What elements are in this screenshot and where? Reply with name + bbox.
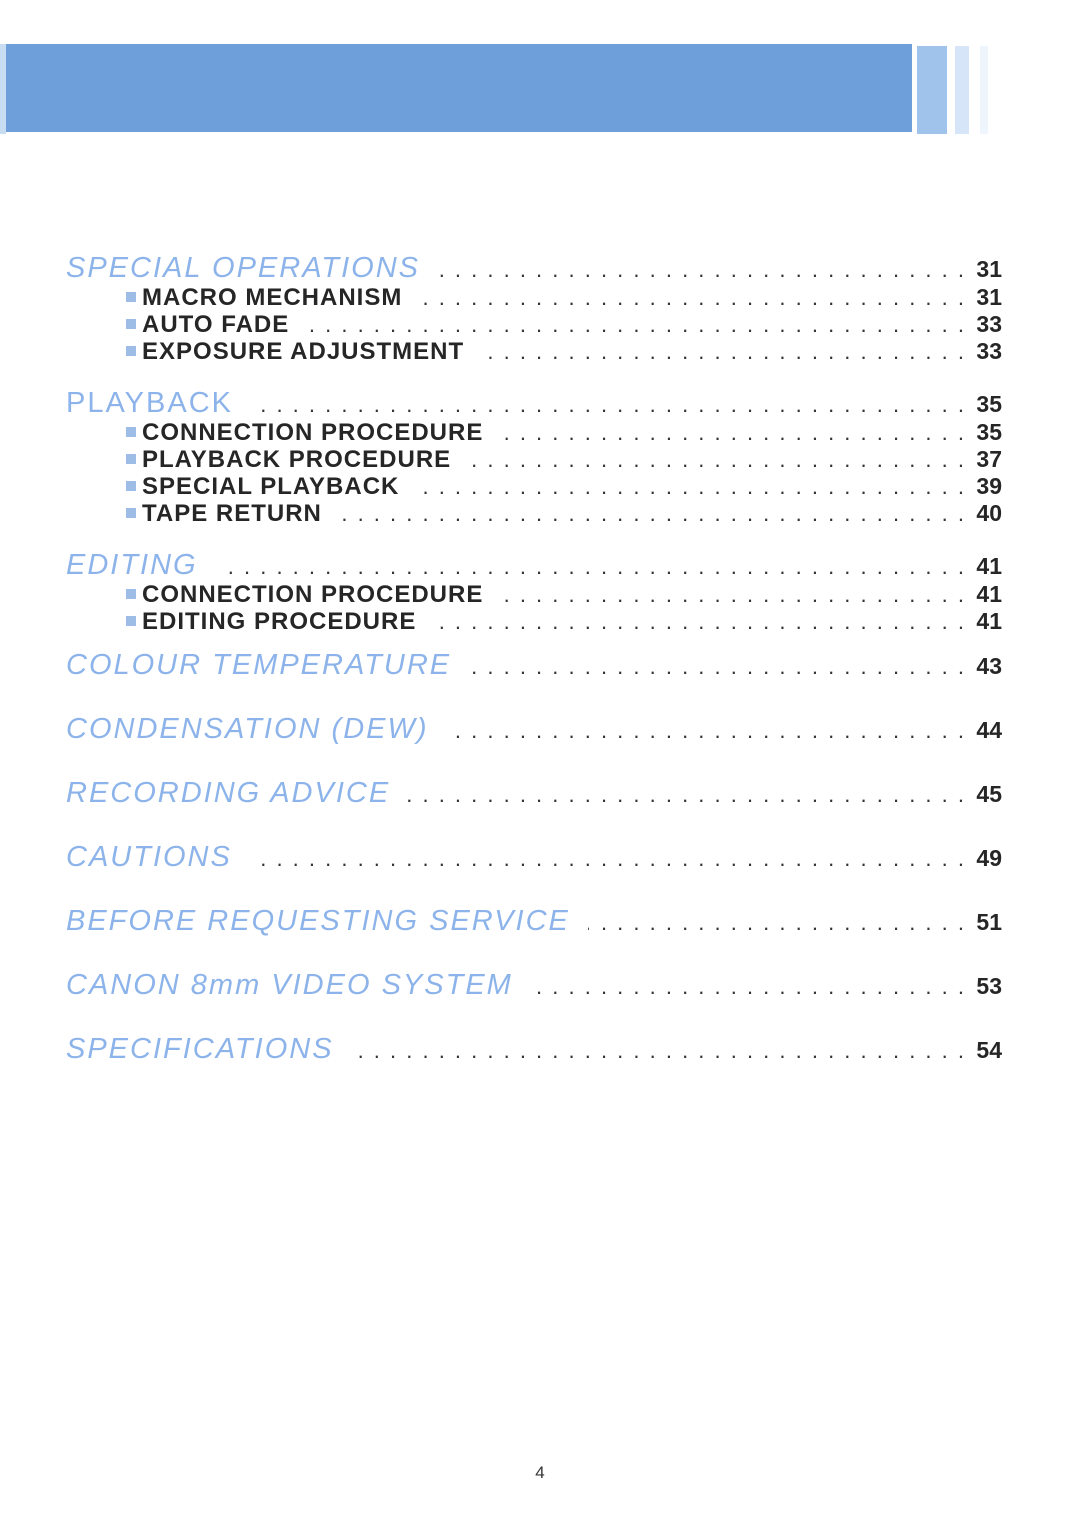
toc-section[interactable]: COLOUR TEMPERATURE 43 bbox=[66, 649, 1002, 683]
section-title: EDITING bbox=[66, 549, 198, 581]
dot-leader bbox=[216, 554, 966, 580]
page-number-ref: 33 bbox=[976, 338, 1002, 364]
section-title: CAUTIONS bbox=[66, 841, 232, 873]
section-title: COLOUR TEMPERATURE bbox=[66, 649, 452, 681]
page-number-ref: 41 bbox=[976, 608, 1002, 634]
page-number-ref: 44 bbox=[976, 717, 1002, 743]
dot-leader bbox=[417, 474, 966, 500]
dot-leader bbox=[482, 339, 966, 365]
page-number-ref: 37 bbox=[976, 446, 1002, 472]
dot-leader bbox=[501, 582, 966, 608]
square-bullet-icon bbox=[126, 616, 136, 626]
subitem-label: AUTO FADE bbox=[142, 311, 290, 338]
toc-section[interactable]: BEFORE REQUESTING SERVICE 51 bbox=[66, 905, 1002, 939]
page-number-ref: 33 bbox=[976, 311, 1002, 337]
toc-subitem[interactable]: TAPE RETURN 40 bbox=[66, 500, 1002, 527]
subitem-label: SPECIAL PLAYBACK bbox=[142, 473, 400, 500]
square-bullet-icon bbox=[126, 508, 136, 518]
section-title: SPECIFICATIONS bbox=[66, 1033, 334, 1065]
dot-leader bbox=[501, 420, 966, 446]
square-bullet-icon bbox=[126, 292, 136, 302]
toc-subitem[interactable]: AUTO FADE 33 bbox=[66, 311, 1002, 338]
section-title: BEFORE REQUESTING SERVICE bbox=[66, 905, 570, 937]
page-number-ref: 39 bbox=[976, 473, 1002, 499]
section-title: PLAYBACK bbox=[66, 387, 233, 419]
dot-leader bbox=[469, 447, 966, 473]
toc-section[interactable]: RECORDING ADVICE 45 bbox=[66, 777, 1002, 811]
page-number-ref: 35 bbox=[976, 391, 1002, 417]
toc-subitem[interactable]: CONNECTION PROCEDURE 35 bbox=[66, 419, 1002, 446]
dot-leader bbox=[250, 846, 966, 872]
square-bullet-icon bbox=[126, 481, 136, 491]
page-number-ref: 45 bbox=[976, 781, 1002, 807]
dot-leader bbox=[251, 392, 966, 418]
page-number-ref: 40 bbox=[976, 500, 1002, 526]
dot-leader bbox=[408, 782, 966, 808]
subitem-label: PLAYBACK PROCEDURE bbox=[142, 446, 452, 473]
dot-leader bbox=[420, 285, 966, 311]
toc-subitem[interactable]: MACRO MECHANISM 31 bbox=[66, 284, 1002, 311]
page-number-ref: 51 bbox=[976, 909, 1002, 935]
dot-leader bbox=[434, 609, 966, 635]
dot-leader bbox=[469, 654, 966, 680]
page-number-ref: 49 bbox=[976, 845, 1002, 871]
page-number-ref: 54 bbox=[976, 1037, 1002, 1063]
toc-section[interactable]: EDITING 41 bbox=[66, 549, 1002, 581]
dot-leader bbox=[531, 974, 966, 1000]
subitem-label: EDITING PROCEDURE bbox=[142, 608, 417, 635]
dot-leader bbox=[340, 501, 966, 527]
dot-leader bbox=[307, 312, 966, 338]
header-banner bbox=[6, 44, 912, 132]
subitem-label: MACRO MECHANISM bbox=[142, 284, 403, 311]
square-bullet-icon bbox=[126, 427, 136, 437]
section-title: SPECIAL OPERATIONS bbox=[66, 252, 421, 284]
square-bullet-icon bbox=[126, 346, 136, 356]
dot-leader bbox=[447, 718, 966, 744]
toc-section[interactable]: CONDENSATION (DEW) 44 bbox=[66, 713, 1002, 747]
section-title: RECORDING ADVICE bbox=[66, 777, 391, 809]
page-number-ref: 43 bbox=[976, 653, 1002, 679]
dot-leader bbox=[352, 1038, 966, 1064]
dot-leader bbox=[588, 910, 966, 936]
toc-section[interactable]: CAUTIONS 49 bbox=[66, 841, 1002, 875]
toc-section[interactable]: CANON 8mm VIDEO SYSTEM 53 bbox=[66, 969, 1002, 1003]
square-bullet-icon bbox=[126, 319, 136, 329]
subitem-label: EXPOSURE ADJUSTMENT bbox=[142, 338, 465, 365]
toc-subitem[interactable]: EXPOSURE ADJUSTMENT 33 bbox=[66, 338, 1002, 365]
banner-stripe bbox=[917, 46, 947, 134]
banner-stripe bbox=[955, 46, 969, 134]
toc-section[interactable]: SPECIAL OPERATIONS 31 bbox=[66, 252, 1002, 284]
banner-stripe bbox=[980, 46, 988, 134]
toc-subitem[interactable]: CONNECTION PROCEDURE 41 bbox=[66, 581, 1002, 608]
page-number: 4 bbox=[535, 1463, 545, 1482]
page-number-ref: 31 bbox=[976, 284, 1002, 310]
square-bullet-icon bbox=[126, 454, 136, 464]
toc-section[interactable]: PLAYBACK 35 bbox=[66, 387, 1002, 419]
toc-subitem[interactable]: PLAYBACK PROCEDURE 37 bbox=[66, 446, 1002, 473]
subitem-label: TAPE RETURN bbox=[142, 500, 322, 527]
table-of-contents: SPECIAL OPERATIONS31MACRO MECHANISM31AUT… bbox=[66, 252, 1002, 1067]
section-title: CANON 8mm VIDEO SYSTEM bbox=[66, 969, 513, 1001]
toc-section[interactable]: SPECIFICATIONS 54 bbox=[66, 1033, 1002, 1067]
subitem-label: CONNECTION PROCEDURE bbox=[142, 581, 484, 608]
toc-subitem[interactable]: EDITING PROCEDURE 41 bbox=[66, 608, 1002, 635]
section-title: CONDENSATION (DEW) bbox=[66, 713, 429, 745]
page-number-ref: 31 bbox=[976, 256, 1002, 282]
toc-subitem[interactable]: SPECIAL PLAYBACK 39 bbox=[66, 473, 1002, 500]
page-number-ref: 41 bbox=[976, 581, 1002, 607]
page-number-ref: 35 bbox=[976, 419, 1002, 445]
subitem-label: CONNECTION PROCEDURE bbox=[142, 419, 484, 446]
square-bullet-icon bbox=[126, 589, 136, 599]
page-number-ref: 41 bbox=[976, 553, 1002, 579]
page-number-ref: 53 bbox=[976, 973, 1002, 999]
dot-leader bbox=[438, 257, 966, 283]
